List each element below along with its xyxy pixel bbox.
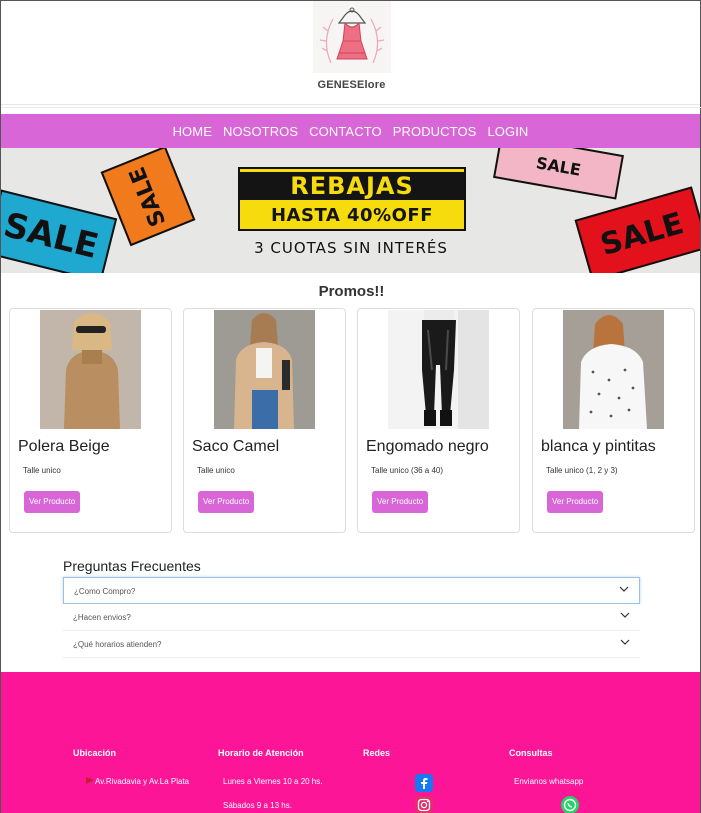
footer-address[interactable]: Av.Rivadavia y Av.La Plata bbox=[95, 777, 189, 786]
footer-hours-sat: Sábados 9 a 13 hs. bbox=[223, 801, 292, 810]
footer-hours-week: Lunes a Viernes 10 a 20 hs. bbox=[223, 777, 323, 786]
nav-productos[interactable]: PRODUCTOS bbox=[393, 124, 477, 139]
footer-hours-title: Horario de Atención bbox=[218, 748, 304, 758]
product-size: Talle unico (36 a 40) bbox=[371, 466, 444, 475]
product-title[interactable]: Saco Camel bbox=[192, 438, 279, 456]
promos-title: Promos!! bbox=[318, 283, 385, 300]
product-title[interactable]: Polera Beige bbox=[18, 438, 110, 456]
chevron-down-icon bbox=[620, 612, 630, 618]
installments-text: 3 CUOTAS SIN INTERÉS bbox=[254, 239, 448, 257]
main-nav: HOME NOSOTROS CONTACTO PRODUCTOS LOGIN bbox=[1, 114, 700, 148]
rebajas-box: REBAJAS HASTA 40%OFF bbox=[238, 167, 466, 231]
product-card: Polera Beige Talle unico Ver Producto bbox=[9, 308, 172, 533]
chevron-down-icon bbox=[620, 639, 630, 645]
faq-item-envios[interactable]: ¿Hacen envios? bbox=[63, 604, 640, 631]
view-product-button[interactable]: Ver Producto bbox=[24, 491, 81, 513]
sale-banner[interactable]: SALE SALE SALE SALE REBAJAS HASTA 40%OFF… bbox=[1, 148, 700, 273]
faq-question: ¿Como Compro? bbox=[74, 587, 136, 596]
product-card: blanca y pintitas Talle unico (1, 2 y 3)… bbox=[532, 308, 695, 533]
footer-contact-title: Consultas bbox=[509, 748, 553, 758]
facebook-icon[interactable] bbox=[415, 774, 433, 792]
chevron-down-icon bbox=[619, 586, 629, 592]
rebajas-discount: HASTA 40%OFF bbox=[270, 205, 433, 226]
site-header: GENESElore bbox=[1, 1, 700, 105]
rebajas-headline: REBAJAS bbox=[240, 172, 464, 200]
faq-item-como-compro[interactable]: ¿Como Compro? bbox=[63, 577, 640, 604]
product-size: Talle unico bbox=[197, 466, 235, 475]
nav-login[interactable]: LOGIN bbox=[487, 124, 528, 139]
location-pin-icon bbox=[86, 777, 94, 784]
sale-tag-red: SALE bbox=[574, 186, 700, 273]
product-size: Talle unico (1, 2 y 3) bbox=[546, 466, 618, 475]
site-footer: Ubicación Horario de Atención Redes Cons… bbox=[1, 672, 700, 813]
view-product-button[interactable]: Ver Producto bbox=[198, 491, 255, 513]
product-card: Engomado negro Talle unico (36 a 40) Ver… bbox=[357, 308, 520, 533]
product-title[interactable]: blanca y pintitas bbox=[541, 438, 656, 456]
whatsapp-icon[interactable] bbox=[561, 796, 579, 813]
product-photo[interactable] bbox=[40, 310, 141, 429]
footer-location-title: Ubicación bbox=[73, 748, 117, 758]
faq-title: Preguntas Frecuentes bbox=[63, 558, 201, 574]
view-product-button[interactable]: Ver Producto bbox=[547, 491, 604, 513]
sale-tag-pink: SALE bbox=[493, 148, 624, 200]
product-size: Talle unico bbox=[23, 466, 61, 475]
product-photo[interactable] bbox=[214, 310, 315, 429]
header-divider bbox=[1, 107, 701, 108]
nav-home[interactable]: HOME bbox=[173, 124, 212, 139]
footer-social-title: Redes bbox=[363, 748, 391, 758]
faq-question: ¿Qué horarios atienden? bbox=[73, 640, 162, 649]
product-photo[interactable] bbox=[388, 310, 489, 429]
sale-tag-orange: SALE bbox=[100, 148, 196, 247]
footer-contact-text[interactable]: Envianos whatsapp bbox=[514, 777, 583, 786]
product-photo[interactable] bbox=[563, 310, 664, 429]
product-title[interactable]: Engomado negro bbox=[366, 438, 489, 456]
product-card: Saco Camel Talle unico Ver Producto bbox=[183, 308, 346, 533]
instagram-icon[interactable] bbox=[415, 796, 433, 813]
brand-logo[interactable] bbox=[313, 1, 391, 73]
faq-question: ¿Hacen envios? bbox=[73, 613, 131, 622]
faq-item-horarios[interactable]: ¿Qué horarios atienden? bbox=[63, 631, 640, 658]
nav-nosotros[interactable]: NOSOTROS bbox=[223, 124, 298, 139]
view-product-button[interactable]: Ver Producto bbox=[372, 491, 429, 513]
sale-tag-blue: SALE bbox=[1, 189, 118, 273]
nav-contacto[interactable]: CONTACTO bbox=[309, 124, 382, 139]
brand-name: GENESElore bbox=[317, 79, 386, 91]
